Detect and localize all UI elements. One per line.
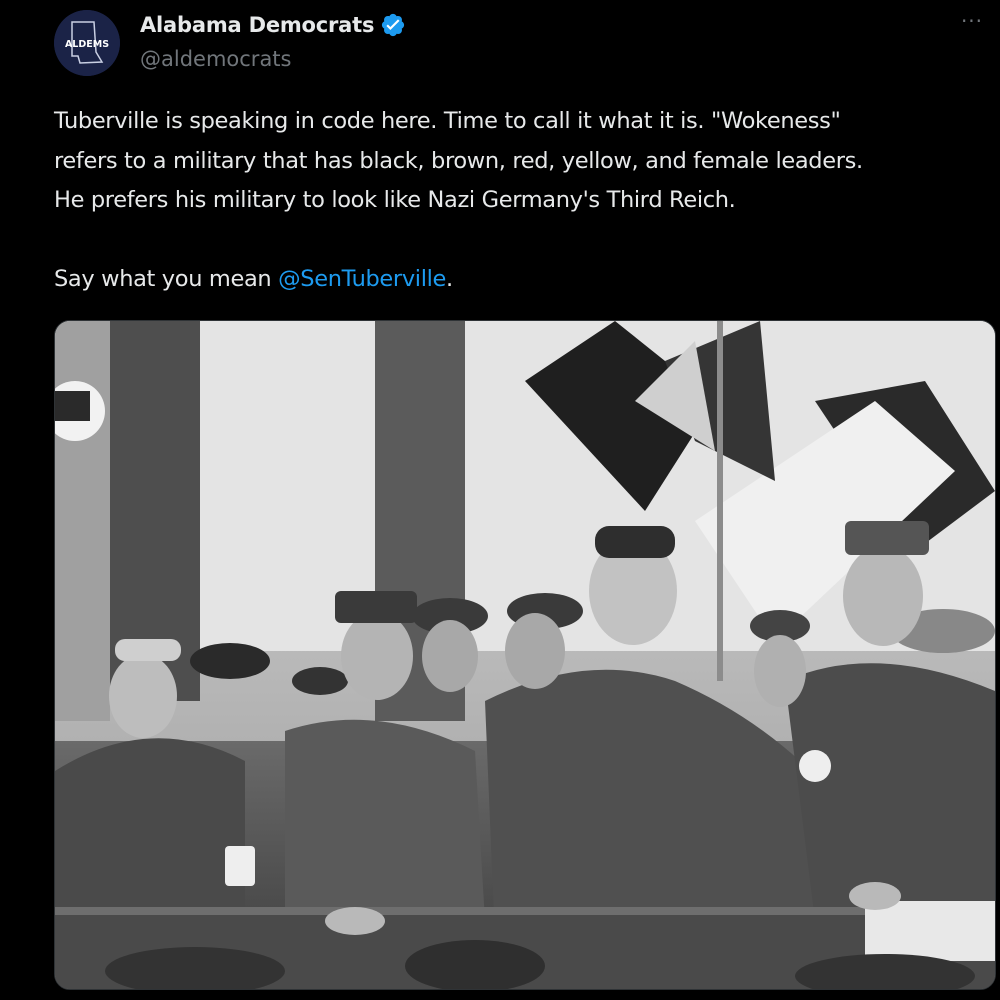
closing-prefix: Say what you mean bbox=[54, 266, 279, 292]
photo-illustration bbox=[55, 321, 995, 989]
tweet-text: Tuberville is speaking in code here. Tim… bbox=[54, 102, 999, 300]
author-name-row: Alabama Democrats bbox=[140, 12, 406, 38]
handle[interactable]: @aldemocrats bbox=[140, 47, 291, 71]
tweet: ALDEMS Alabama Democrats @aldemocrats ··… bbox=[0, 0, 1000, 1000]
mention-link[interactable]: @SenTuberville bbox=[278, 266, 446, 292]
avatar-text: ALDEMS bbox=[65, 39, 109, 50]
verified-badge-icon bbox=[380, 12, 406, 38]
tweet-photo[interactable] bbox=[54, 320, 996, 990]
display-name[interactable]: Alabama Democrats bbox=[140, 13, 374, 37]
aldems-logo: ALDEMS bbox=[54, 10, 120, 76]
closing-suffix: . bbox=[446, 266, 453, 292]
tweet-line: Tuberville is speaking in code here. Tim… bbox=[54, 108, 841, 134]
more-options-icon[interactable]: ··· bbox=[958, 11, 986, 34]
tweet-line: He prefers his military to look like Naz… bbox=[54, 187, 736, 213]
tweet-closing-line: Say what you mean @SenTuberville. bbox=[54, 260, 999, 300]
tweet-line: refers to a military that has black, bro… bbox=[54, 147, 863, 174]
avatar[interactable]: ALDEMS bbox=[54, 10, 120, 76]
